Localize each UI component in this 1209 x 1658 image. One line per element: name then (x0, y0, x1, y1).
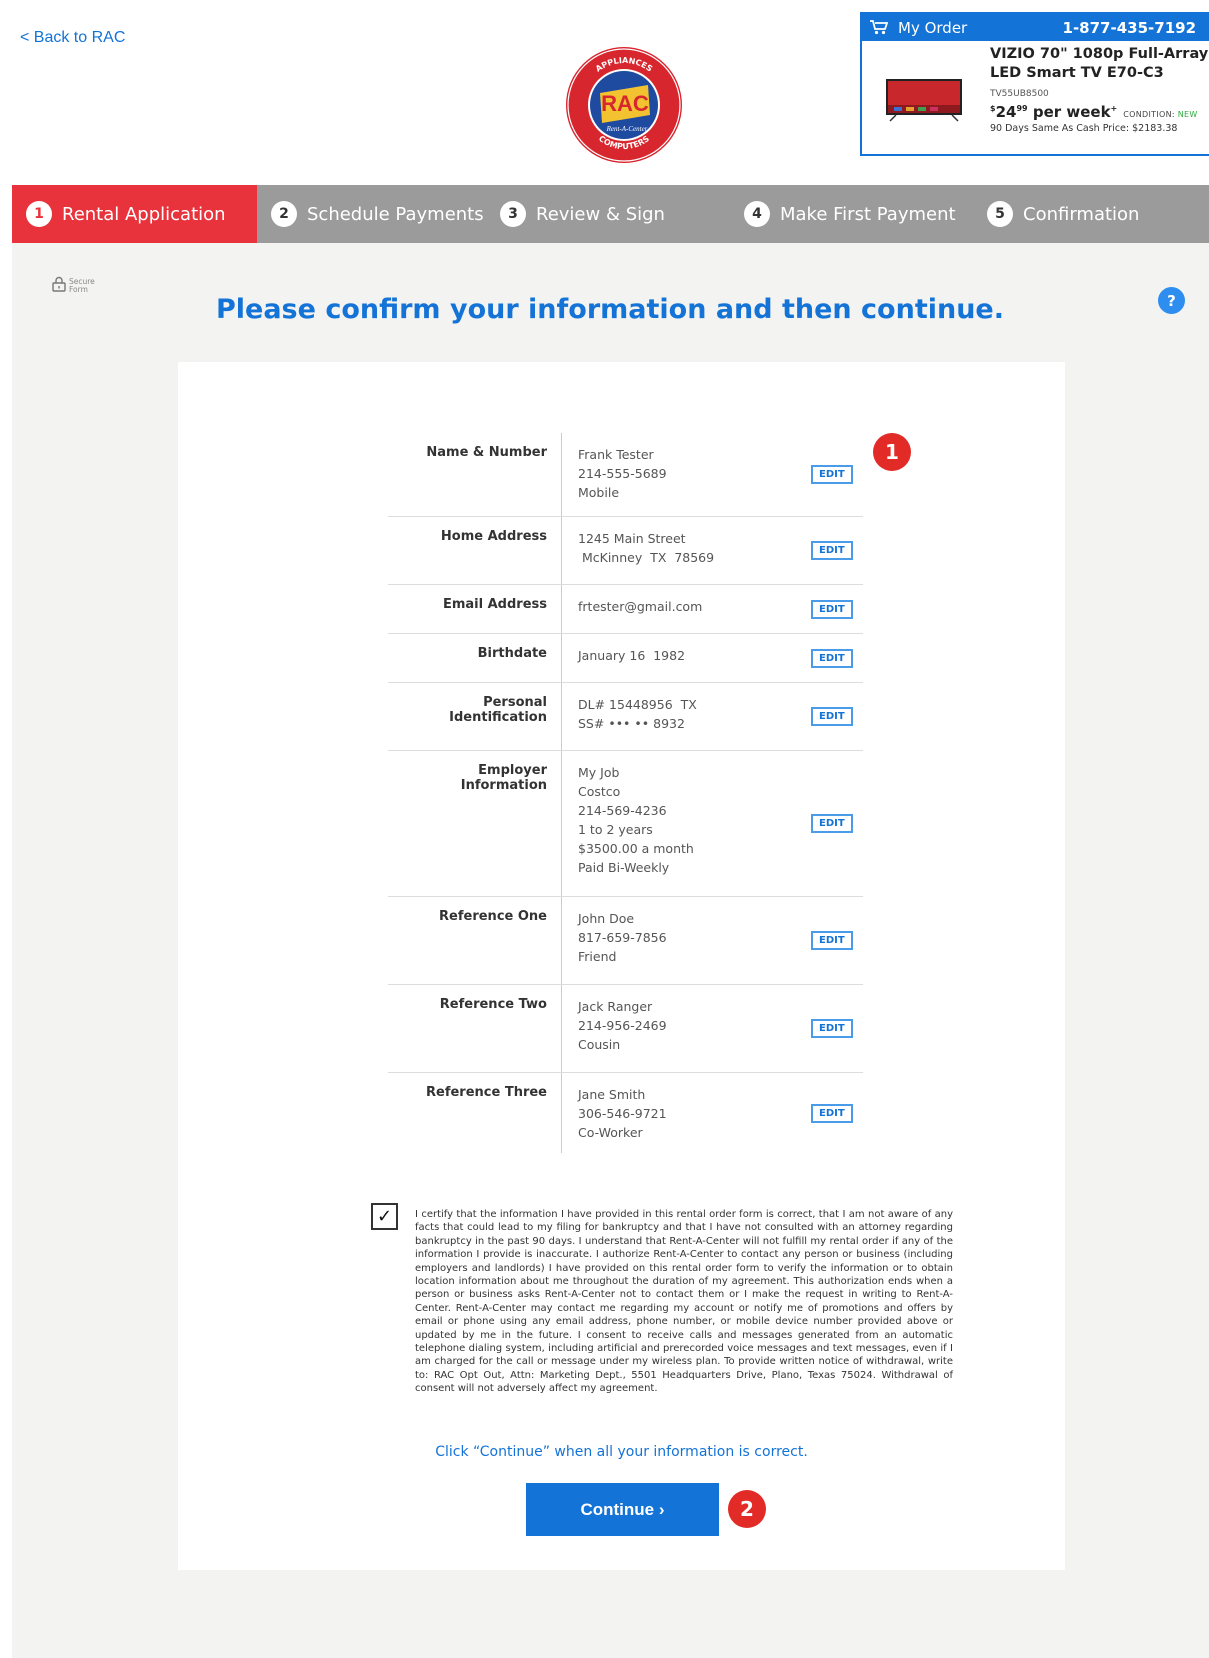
info-value: frtester@gmail.com (561, 585, 811, 633)
info-value: Frank Tester 214-555-5689 Mobile (561, 433, 811, 516)
form-label: Form (69, 285, 88, 294)
info-row-reference-one: Reference One John Doe 817-659-7856 Friend… (388, 897, 863, 985)
info-row-reference-three: Reference Three Jane Smith 306-546-9721 Co… (388, 1073, 863, 1153)
step-label: Rental Application (62, 203, 226, 225)
step-confirmation[interactable]: 5 Confirmation (987, 185, 1209, 243)
step-number: 1 (26, 201, 52, 227)
info-row-personal-id: Personal Identification DL# 15448956 TX S… (388, 683, 863, 751)
info-label: Birthdate (477, 646, 547, 661)
product-image (884, 77, 964, 123)
edit-button[interactable]: EDIT (811, 465, 853, 484)
lock-icon (52, 276, 66, 296)
info-label: Reference Three (426, 1085, 547, 1100)
info-value: 1245 Main Street McKinney TX 78569 (561, 517, 811, 584)
info-row-email: Email Address frtester@gmail.com EDIT (388, 585, 863, 634)
order-summary-panel: My Order 1-877-435-7192 VIZIO 70" 1080p … (860, 12, 1209, 156)
step-label: Make First Payment (780, 203, 956, 225)
step-label: Confirmation (1023, 203, 1140, 225)
order-summary-header: My Order 1-877-435-7192 (862, 14, 1209, 41)
annotation-marker-1: 1 (873, 433, 911, 471)
cart-icon (870, 20, 888, 35)
condition-value: NEW (1177, 110, 1198, 119)
back-to-rac-link[interactable]: < Back to RAC (20, 29, 125, 47)
product-sku: TV55UB8500 (990, 89, 1049, 99)
price-dollars: 24 (995, 103, 1017, 121)
price-cents: 99 (1016, 104, 1028, 113)
info-label: Personal Identification (449, 695, 547, 725)
info-row-birthdate: Birthdate January 16 1982 EDIT (388, 634, 863, 683)
step-schedule-payments[interactable]: 2 Schedule Payments (257, 185, 500, 243)
price-mark: + (1110, 104, 1118, 113)
step-label: Schedule Payments (307, 203, 484, 225)
step-make-first-payment[interactable]: 4 Make First Payment (744, 185, 987, 243)
info-label: Name & Number (426, 445, 547, 460)
edit-button[interactable]: EDIT (811, 931, 853, 950)
edit-button[interactable]: EDIT (811, 1019, 853, 1038)
page-title: Please confirm your information and then… (215, 294, 1005, 325)
info-label: Reference Two (439, 997, 547, 1012)
rac-logo-graphic: APPLIANCES COMPUTERS RAC Rent-A-Center (566, 47, 682, 163)
continue-hint: Click “Continue” when all your informati… (435, 1444, 808, 1460)
cash-price: 90 Days Same As Cash Price: $2183.38 (990, 123, 1178, 134)
step-label: Review & Sign (536, 203, 665, 225)
edit-button[interactable]: EDIT (811, 707, 853, 726)
info-value: DL# 15448956 TX SS# ••• •• 8932 (561, 683, 811, 750)
info-label: Reference One (439, 909, 547, 924)
edit-button[interactable]: EDIT (811, 541, 853, 560)
step-number: 5 (987, 201, 1013, 227)
rac-logo[interactable]: APPLIANCES COMPUTERS RAC Rent-A-Center (564, 45, 684, 165)
certification-text: I certify that the information I have pr… (415, 1209, 953, 1395)
edit-button[interactable]: EDIT (811, 1103, 853, 1123)
info-label: Employer Information (460, 763, 547, 793)
edit-button[interactable]: EDIT (811, 599, 853, 619)
step-review-sign[interactable]: 3 Review & Sign (500, 185, 744, 243)
edit-button[interactable]: EDIT (811, 648, 853, 668)
step-rental-application[interactable]: 1 Rental Application (12, 185, 257, 243)
product-price: $2499 per week+CONDITION: NEW (990, 103, 1198, 121)
logo-script-text: Rent-A-Center (606, 125, 648, 133)
info-row-name-number: Name & Number Frank Tester 214-555-5689 Mo… (388, 433, 863, 517)
annotation-marker-2: 2 (728, 1490, 766, 1528)
step-number: 3 (500, 201, 526, 227)
info-value: Jack Ranger 214-956-2469 Cousin (561, 985, 811, 1072)
info-row-employer: Employer Information My Job Costco 214-569… (388, 751, 863, 897)
my-order-title: My Order (898, 18, 968, 37)
applicant-info-table: Name & Number Frank Tester 214-555-5689 Mo… (388, 433, 863, 1153)
logo-center-text: RAC (601, 91, 649, 116)
edit-button[interactable]: EDIT (811, 814, 853, 833)
help-icon[interactable]: ? (1158, 287, 1185, 314)
secure-form-badge: Secure Form (52, 276, 95, 296)
info-label: Home Address (440, 529, 547, 544)
info-row-reference-two: Reference Two Jack Ranger 214-956-2469 Cou… (388, 985, 863, 1073)
price-period: per week (1032, 103, 1111, 121)
continue-button[interactable]: Continue › (526, 1483, 719, 1536)
info-row-home-address: Home Address 1245 Main Street McKinney T… (388, 517, 863, 585)
support-phone-link[interactable]: 1-877-435-7192 (1063, 19, 1209, 37)
certify-checkbox[interactable]: ✓ (371, 1203, 398, 1230)
info-label: Email Address (442, 597, 547, 612)
info-value: My Job Costco 214-569-4236 1 to 2 years $350… (561, 751, 811, 896)
info-value: January 16 1982 (561, 634, 811, 682)
step-number: 4 (744, 201, 770, 227)
product-name: VIZIO 70" 1080p Full-Array LED Smart TV … (990, 46, 1209, 81)
info-value: Jane Smith 306-546-9721 Co-Worker (561, 1073, 811, 1153)
condition-label: CONDITION: NEW (1123, 110, 1198, 119)
progress-steps: 1 Rental Application 2 Schedule Payments 3… (12, 185, 1209, 243)
step-number: 2 (271, 201, 297, 227)
info-value: John Doe 817-659-7856 Friend (561, 897, 811, 984)
